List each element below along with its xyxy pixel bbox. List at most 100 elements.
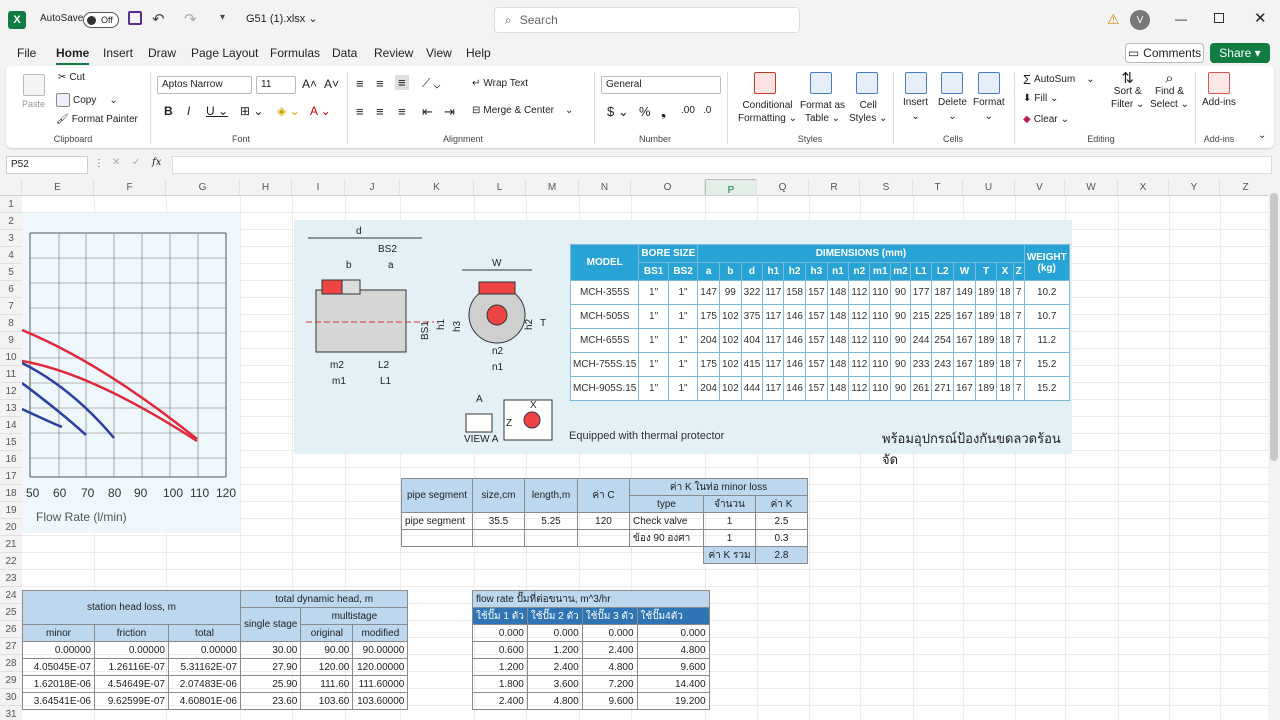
column-header-l[interactable]: L xyxy=(474,179,526,196)
align-right-icon[interactable]: ≡ xyxy=(398,104,406,119)
cell[interactable]: type xyxy=(629,495,704,513)
column-header-o[interactable]: O xyxy=(631,179,705,196)
row-header-27[interactable]: 27 xyxy=(0,638,22,655)
cell[interactable]: 4.54649E-07 xyxy=(94,675,169,693)
column-header-v[interactable]: V xyxy=(1015,179,1065,196)
column-header-t[interactable]: T xyxy=(913,179,963,196)
row-header-8[interactable]: 8 xyxy=(0,315,22,332)
cell[interactable]: 3.64541E-06 xyxy=(22,692,95,710)
fill-color-icon[interactable]: ◈ ⌄ xyxy=(277,104,300,118)
cell[interactable]: 14.400 xyxy=(636,675,710,693)
cell[interactable]: 35.5 xyxy=(472,512,525,530)
cell[interactable]: 23.60 xyxy=(239,692,302,710)
column-header-z[interactable]: Z xyxy=(1220,179,1268,196)
add-ins-button[interactable]: Add-ins xyxy=(1202,72,1236,108)
cell[interactable]: 9.600 xyxy=(581,692,638,710)
insert-cells-button[interactable]: Insert ⌄ xyxy=(903,72,928,122)
orientation-icon[interactable]: ⟋ ⌄ xyxy=(422,76,440,91)
increase-indent-icon[interactable]: ⇥ xyxy=(444,104,455,120)
cell-styles-icon[interactable] xyxy=(856,72,878,94)
row-header-11[interactable]: 11 xyxy=(0,366,22,383)
cell[interactable]: 120.00000 xyxy=(352,658,409,676)
cell[interactable]: ใช้ปั๊ม 1 ตัว xyxy=(472,607,528,625)
cell[interactable]: 4.800 xyxy=(526,692,583,710)
decrease-font-icon[interactable]: A˅ xyxy=(324,77,339,91)
customize-toolbar-icon[interactable]: ▾ xyxy=(220,12,225,23)
cell[interactable]: minor xyxy=(22,624,95,642)
align-middle-icon[interactable]: ≡ xyxy=(376,76,384,91)
cell[interactable]: 19.200 xyxy=(636,692,710,710)
cell[interactable]: 2.400 xyxy=(472,692,528,710)
cell[interactable]: 5.31162E-07 xyxy=(168,658,241,676)
row-header-16[interactable]: 16 xyxy=(0,451,22,468)
cell[interactable]: 7.200 xyxy=(581,675,638,693)
row-header-1[interactable]: 1 xyxy=(0,196,22,213)
pump-curve-image[interactable]: 50 60 70 80 90 100 110 120 Flow Rate (l/min) xyxy=(21,213,240,533)
cell[interactable]: 30.00 xyxy=(239,641,302,659)
cell[interactable]: 0.000 xyxy=(472,624,528,642)
bold-icon[interactable]: B xyxy=(164,104,173,118)
font-size-select[interactable]: 11 xyxy=(256,76,296,94)
minimize-icon[interactable]: — xyxy=(1175,12,1187,26)
cell[interactable]: 103.60 xyxy=(300,692,354,710)
column-header-f[interactable]: F xyxy=(94,179,166,196)
merge-center-button[interactable]: ⊟ Merge & Center ⌄ xyxy=(472,105,573,116)
redo-icon[interactable]: ↷ xyxy=(184,10,197,28)
cell[interactable]: 1 xyxy=(703,529,756,547)
cell[interactable]: station head loss, m xyxy=(22,590,241,625)
row-header-20[interactable]: 20 xyxy=(0,519,22,536)
cell[interactable]: ค่า K ในท่อ minor loss xyxy=(629,478,808,496)
warning-icon[interactable]: ⚠ xyxy=(1107,11,1120,28)
cell[interactable]: 2.400 xyxy=(526,658,583,676)
row-header-29[interactable]: 29 xyxy=(0,672,22,689)
column-header-k[interactable]: K xyxy=(400,179,474,196)
more-options-icon[interactable]: ⋮ xyxy=(94,158,104,169)
copy-button[interactable]: Copy ⌄ xyxy=(56,93,118,107)
cell[interactable]: 1.26116E-07 xyxy=(94,658,169,676)
comments-button[interactable]: ▭ Comments xyxy=(1125,43,1204,63)
cell[interactable]: original xyxy=(300,624,354,642)
column-header-e[interactable]: E xyxy=(22,179,94,196)
tab-home[interactable]: Home xyxy=(56,46,90,65)
cell[interactable]: 9.600 xyxy=(636,658,710,676)
select-all-corner[interactable] xyxy=(0,179,22,196)
scrollbar-thumb[interactable] xyxy=(1270,193,1278,461)
format-as-table-button[interactable]: Format as Table ⌄ xyxy=(800,99,845,125)
increase-font-icon[interactable]: A˄ xyxy=(302,77,317,91)
cell[interactable] xyxy=(472,529,525,547)
cell[interactable]: pipe segment xyxy=(401,478,473,513)
decrease-decimal-icon[interactable]: .0 xyxy=(703,105,711,116)
cell[interactable]: 0.000 xyxy=(581,624,638,642)
cell[interactable]: ข้อง 90 องศา xyxy=(629,529,704,547)
find-select-button[interactable]: ⌕ Find & Select ⌄ xyxy=(1150,71,1189,111)
align-top-icon[interactable]: ≡ xyxy=(356,76,364,91)
column-header-j[interactable]: J xyxy=(345,179,400,196)
column-header-n[interactable]: N xyxy=(579,179,631,196)
column-header-w[interactable]: W xyxy=(1065,179,1118,196)
autosave-toggle[interactable]: Off xyxy=(83,12,119,28)
row-header-2[interactable]: 2 xyxy=(0,213,22,230)
cell[interactable]: size,cm xyxy=(472,478,525,513)
row-header-26[interactable]: 26 xyxy=(0,621,22,638)
row-header-21[interactable]: 21 xyxy=(0,536,22,553)
cell[interactable]: flow rate ปั๊มที่ต่อขนาน, m^3/hr xyxy=(472,590,710,608)
column-header-g[interactable]: G xyxy=(166,179,240,196)
row-header-7[interactable]: 7 xyxy=(0,298,22,315)
cell[interactable]: 0.600 xyxy=(472,641,528,659)
cell[interactable]: 111.60000 xyxy=(352,675,409,693)
share-button[interactable]: Share ▾ xyxy=(1210,43,1270,63)
format-painter-button[interactable]: 🖌 Format Painter xyxy=(56,114,138,125)
column-header-y[interactable]: Y xyxy=(1169,179,1220,196)
column-header-h[interactable]: H xyxy=(240,179,292,196)
row-header-4[interactable]: 4 xyxy=(0,247,22,264)
wrap-text-button[interactable]: ↵ Wrap Text xyxy=(472,78,528,89)
cell[interactable]: single stage xyxy=(239,607,302,642)
row-header-9[interactable]: 9 xyxy=(0,332,22,349)
cell[interactable]: 2.5 xyxy=(755,512,808,530)
function-icon[interactable]: fx xyxy=(152,157,161,168)
cell[interactable]: 27.90 xyxy=(239,658,302,676)
file-name[interactable]: G51 (1).xlsx ⌄ xyxy=(246,12,318,26)
cell[interactable]: 2.8 xyxy=(755,546,808,564)
font-color-icon[interactable]: A ⌄ xyxy=(310,104,331,118)
search-box[interactable]: ⌕ Search xyxy=(494,7,800,33)
